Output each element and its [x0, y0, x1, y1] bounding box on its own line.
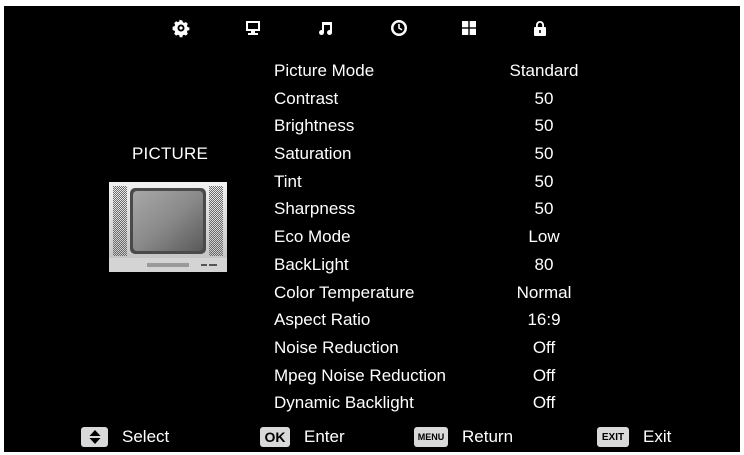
lock-icon[interactable]	[530, 18, 550, 38]
grid-icon[interactable]	[459, 18, 479, 38]
music-note-icon[interactable]	[316, 18, 336, 38]
hint-label: Return	[462, 427, 514, 446]
menu-item-value: 16:9	[527, 310, 561, 330]
menu-item-color-temperature[interactable]: Color Temperature Normal	[274, 279, 614, 307]
menu-item-noise-reduction[interactable]: Noise Reduction Off	[274, 334, 614, 362]
menu-item-label: BackLight	[274, 254, 349, 274]
menu-item-picture-mode[interactable]: Picture Mode Standard	[274, 57, 614, 85]
clock-icon[interactable]	[389, 18, 409, 38]
menu-item-label: Tint	[274, 171, 302, 191]
menu-item-value: Normal	[516, 282, 572, 302]
hint-enter: OK Enter	[260, 424, 345, 450]
category-title: PICTURE	[132, 144, 209, 163]
menu-item-label: Aspect Ratio	[274, 310, 371, 330]
hint-select: Select	[81, 424, 169, 450]
menu-item-backlight[interactable]: BackLight 80	[274, 251, 614, 279]
menu-item-value: 50	[534, 116, 554, 136]
menu-item-value: 50	[534, 171, 554, 191]
hint-label: Exit	[643, 427, 672, 446]
menu-item-label: Noise Reduction	[274, 337, 399, 357]
menu-item-brightness[interactable]: Brightness 50	[274, 112, 614, 140]
menu-item-value: Off	[532, 393, 556, 413]
tv-osd-menu: PICTURE Picture Mode Standard Contrast 5…	[4, 6, 740, 452]
exit-key[interactable]: EXIT	[597, 427, 629, 447]
menu-item-aspect-ratio[interactable]: Aspect Ratio 16:9	[274, 306, 614, 334]
menu-item-label: Saturation	[274, 144, 352, 164]
menu-key[interactable]: MENU	[414, 427, 448, 447]
menu-item-label: Dynamic Backlight	[274, 393, 414, 413]
menu-item-value: 50	[534, 88, 554, 108]
menu-item-label: Picture Mode	[274, 61, 375, 80]
hint-label: Enter	[304, 427, 345, 446]
monitor-icon[interactable]	[243, 18, 263, 38]
menu-item-value: 80	[534, 254, 554, 274]
hint-label: Select	[122, 427, 170, 446]
category-icon-bar	[4, 6, 740, 51]
menu-item-sharpness[interactable]: Sharpness 50	[274, 195, 614, 223]
menu-item-label: Sharpness	[274, 199, 356, 219]
menu-item-label: Contrast	[274, 88, 339, 108]
tv-illustration	[109, 182, 227, 272]
gear-icon[interactable]	[171, 18, 191, 38]
menu-item-value: 50	[534, 199, 554, 219]
menu-item-value: Standard	[509, 61, 579, 80]
menu-item-value: 50	[534, 144, 554, 164]
up-down-arrows-icon[interactable]	[81, 427, 108, 447]
menu-item-label: Eco Mode	[274, 227, 351, 247]
menu-item-eco-mode[interactable]: Eco Mode Low	[274, 223, 614, 251]
hint-return: MENU Return	[414, 424, 513, 450]
menu-item-dynamic-backlight[interactable]: Dynamic Backlight Off	[274, 389, 614, 417]
menu-item-contrast[interactable]: Contrast 50	[274, 85, 614, 113]
menu-item-mpeg-noise-reduction[interactable]: Mpeg Noise Reduction Off	[274, 362, 614, 390]
menu-item-label: Mpeg Noise Reduction	[274, 365, 446, 385]
menu-item-saturation[interactable]: Saturation 50	[274, 140, 614, 168]
hint-exit: EXIT Exit	[597, 424, 671, 450]
menu-item-label: Brightness	[274, 116, 355, 136]
menu-item-value: Low	[528, 227, 560, 247]
menu-item-value: Off	[532, 365, 556, 385]
menu-item-tint[interactable]: Tint 50	[274, 168, 614, 196]
menu-item-value: Off	[532, 337, 556, 357]
key-hint-bar: Select OK Enter MENU Return EXIT Exit	[4, 422, 740, 452]
picture-settings-list: Picture Mode Standard Contrast 50 Bright…	[274, 57, 614, 417]
menu-item-label: Color Temperature	[274, 282, 415, 302]
ok-key[interactable]: OK	[260, 427, 290, 447]
